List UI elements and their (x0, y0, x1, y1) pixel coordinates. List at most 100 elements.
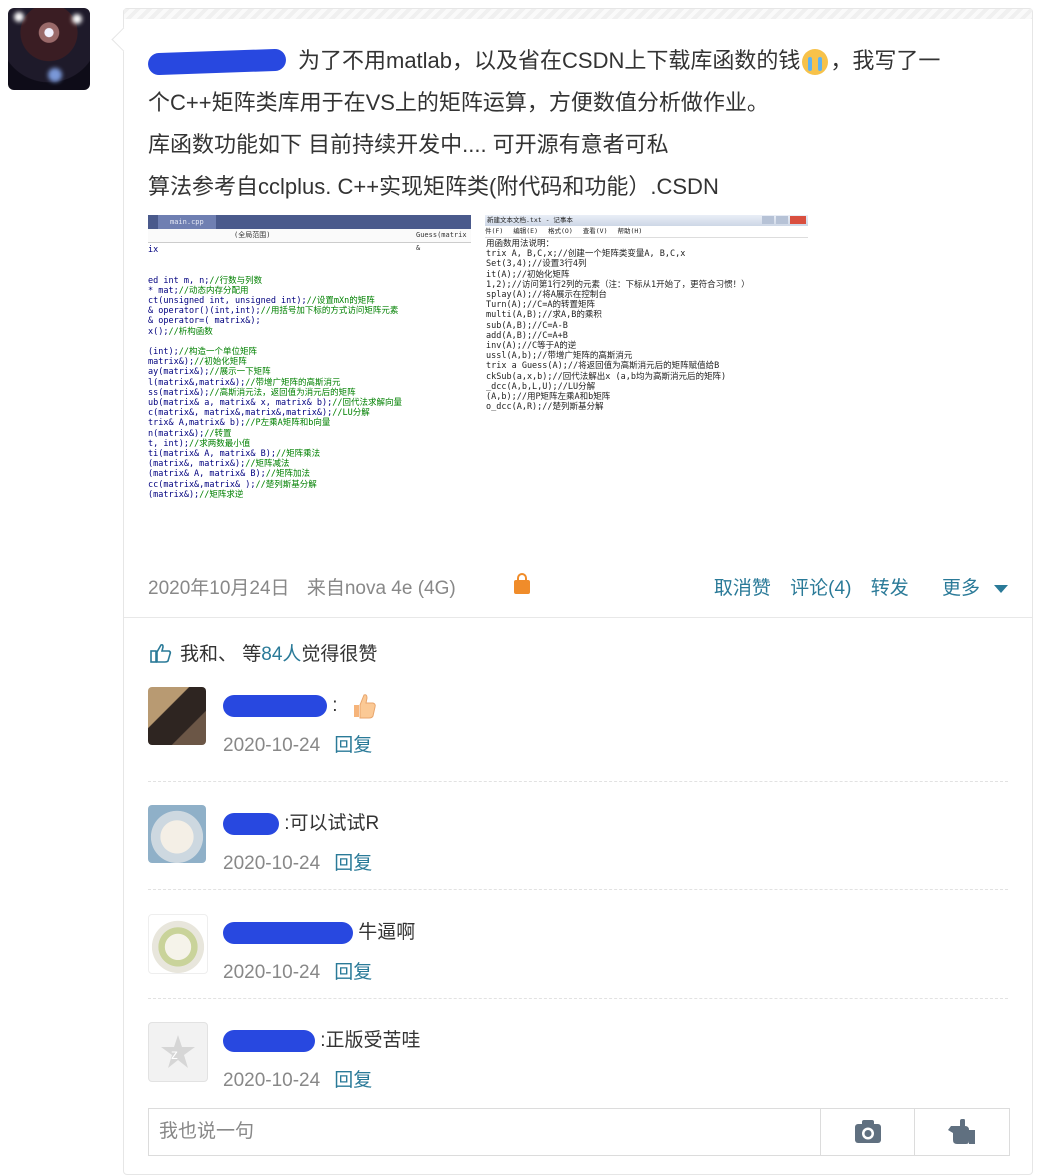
code-comment: //楚列斯基分解 (255, 479, 317, 490)
post-line-4: 算法参考自cclplus. C++实现矩阵类(附代码和功能）.CSDN (148, 174, 719, 199)
vs-tab-bar: main.cpp (148, 215, 471, 229)
code-comment: //构造一个单位矩阵 (178, 347, 257, 358)
code-line: x();//析构函数 (148, 327, 471, 337)
card-top-stripe (124, 9, 1032, 19)
notepad-menu-item: 查看(V) (582, 227, 608, 235)
comment-date: 2020-10-24 (223, 1070, 321, 1091)
comment-input[interactable] (149, 1109, 821, 1155)
comment-body: 牛逼啊 (358, 922, 416, 943)
more-label: 更多 (941, 578, 980, 599)
likes-suffix: 觉得很赞 (301, 644, 378, 665)
commenter-avatar[interactable] (148, 805, 206, 863)
post-image-code[interactable]: main.cpp (全局范围) Guess(matrix & ix ed int… (148, 215, 471, 541)
code-text: (matrix&); (148, 489, 200, 500)
repost-button[interactable]: 转发 (871, 578, 909, 599)
comment-separator (148, 781, 1008, 782)
code-line: (matrix& A, matrix& B);//矩阵加法 (148, 469, 471, 479)
likes-prefix: 我和、 等 (180, 644, 262, 665)
code-line: ti(matrix& A, matrix& B);//矩阵乘法 (148, 449, 471, 459)
code-text: (matrix&, matrix&); (148, 459, 246, 470)
code-text: ti(matrix& A, matrix& B); (148, 449, 276, 460)
notepad-menu-item: 件(F) (485, 227, 504, 235)
code-comment: //高斯消元法，返回值为消元后的矩阵 (209, 387, 356, 398)
notepad-line: sub(A,B);//C=A-B (486, 320, 568, 331)
more-button[interactable]: 更多 (928, 578, 1008, 599)
commenter-avatar[interactable] (148, 687, 206, 745)
comment-date: 2020-10-24 (223, 853, 321, 874)
code-text: t, int); (148, 438, 189, 449)
code-comment: //回代法求解向量 (332, 398, 402, 409)
reply-button[interactable]: 回复 (334, 735, 372, 756)
default-avatar-icon: z (161, 1035, 195, 1068)
comment-separator (148, 889, 1008, 890)
code-line: & operator=( matrix&); (148, 316, 471, 326)
code-text: ss(matrix&); (148, 387, 210, 398)
poster-avatar[interactable] (8, 8, 90, 90)
comment-composer (148, 1108, 1010, 1156)
code-text: (int); (148, 347, 179, 358)
code-comment: //矩阵加法 (265, 469, 310, 480)
notepad-line: (A,b);//用P矩阵左乘A和b矩阵 (486, 392, 611, 403)
code-comment: //矩阵求逆 (199, 489, 244, 500)
post-line-2: 个C++矩阵类库用于在VS上的矩阵运算，方便数值分析做作业。 (148, 90, 769, 115)
notepad-line: Turn(A);//C=A的转置矩阵 (486, 300, 596, 311)
notepad-line: multi(A,B);//求A,B的乘积 (486, 310, 602, 321)
sticker-button[interactable] (914, 1109, 1010, 1155)
code-comment: //初始化矩阵 (194, 357, 247, 368)
comment-date: 2020-10-24 (223, 962, 321, 983)
code-text: & operator()(int,int); (148, 306, 261, 317)
code-comment: //析构函数 (168, 326, 213, 337)
comment-date: 2020-10-24 (223, 735, 321, 756)
likes-count[interactable]: 84人 (261, 644, 301, 665)
notepad-text: 用函数用法说明： trix A, B,C,x;//创建一个矩阵类变量A, B,C,… (485, 238, 808, 412)
code-line: (matrix&, matrix&);//矩阵减法 (148, 459, 471, 469)
notepad-line: trix A, B,C,x;//创建一个矩阵类变量A, B,C,x (486, 249, 686, 260)
code-line: * mat;//动态内存分配用 (148, 286, 471, 296)
avatar-light (14, 12, 24, 22)
reply-button[interactable]: 回复 (334, 1070, 372, 1091)
post-line-1: 为了不用matlab，以及省在CSDN上下载库函数的钱 ，我写了一 (147, 40, 1008, 82)
sticker-icon (948, 1119, 975, 1144)
code-comment: //P左乘A矩阵和b向量 (245, 418, 331, 429)
notepad-line: it(A);//初始化矩阵 (486, 269, 570, 280)
commenter-avatar[interactable]: z (148, 1022, 208, 1082)
comment-meta: 2020-10-24 回复 (223, 958, 372, 988)
code-text: & operator=( matrix&); (148, 316, 261, 327)
comment-body: : (332, 695, 338, 716)
avatar-light (48, 68, 62, 82)
code-comment: //转置 (204, 428, 232, 439)
code-comment: //用括号加下标的方式访问矩阵元素 (260, 306, 399, 317)
code-line: n(matrix&);//转置 (148, 429, 471, 439)
code-line: ay(matrix&);//展示一下矩阵 (148, 367, 471, 377)
vs-dropdown-row: (全局范围) Guess(matrix & (148, 229, 471, 252)
lock-icon (514, 573, 530, 594)
notepad-line: 用函数用法说明： (486, 239, 555, 249)
code-comment: //动态内存分配用 (178, 285, 249, 296)
camera-button[interactable] (820, 1109, 915, 1155)
reply-button[interactable]: 回复 (334, 962, 372, 983)
code-comment: //矩阵乘法 (275, 449, 321, 460)
post-source: 来自nova 4e (4G) (306, 578, 456, 599)
caret-down-icon (994, 584, 1008, 593)
reply-button[interactable]: 回复 (334, 853, 372, 874)
code-text: trix& A,matrix& b); (148, 418, 246, 429)
code-text: * mat; (148, 285, 179, 296)
post-image-notepad[interactable]: 新建文本文档.txt - 记事本 件(F) 编辑(E) 格式(O) 查看(V) 帮助(H… (485, 215, 808, 541)
comment-meta: 2020-10-24 回复 (223, 731, 372, 761)
comment-item: 牛逼啊 2020-10-24 回复 (148, 914, 1008, 1004)
code-line: trix& A,matrix& b);//P左乘A矩阵和b向量 (148, 418, 471, 428)
comment-button[interactable]: 评论(4) (790, 578, 851, 599)
likes-row: 我和、 等84人觉得很赞 (150, 640, 377, 670)
commenter-avatar[interactable] (148, 914, 208, 974)
code-text: (matrix& A, matrix& B); (148, 469, 266, 480)
code-comment: //带增广矩阵的高斯消元 (245, 377, 341, 388)
post-meta: 2020年10月24日 来自nova 4e (4G) 取消赞 评论(4) 转发 … (148, 573, 1008, 604)
minimize-icon (762, 216, 774, 224)
code-comment: //行数与列数 (209, 275, 263, 286)
post-date[interactable]: 2020年10月24日 (148, 578, 290, 599)
unlike-button[interactable]: 取消赞 (714, 578, 771, 599)
code-text: ay(matrix&); (148, 367, 210, 378)
code-text: x(); (148, 326, 169, 337)
comment-text: 牛逼啊 (223, 918, 415, 948)
